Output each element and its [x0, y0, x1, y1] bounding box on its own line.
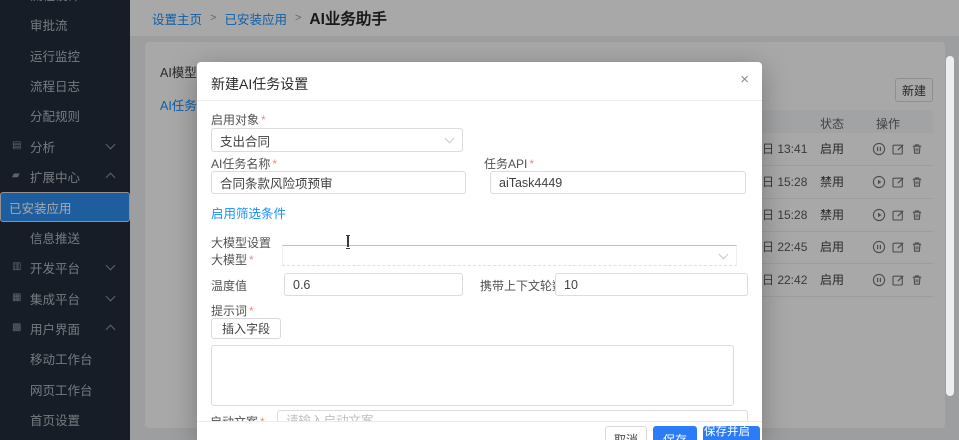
new-ai-task-modal: 新建AI任务设置 × 启用对象* 支出合同 AI任务名称* 任务API* 启用筛… [197, 62, 762, 440]
required-mark: * [249, 253, 254, 267]
prompt-label: 提示词* [211, 302, 254, 319]
enable-target-value: 支出合同 [220, 131, 270, 150]
task-name-input[interactable] [211, 171, 466, 194]
prompt-textarea[interactable] [211, 345, 734, 406]
temperature-input[interactable] [284, 273, 463, 296]
chevron-down-icon [445, 134, 455, 144]
modal-title: 新建AI任务设置 [211, 74, 308, 94]
task-api-input[interactable] [490, 171, 746, 194]
task-name-label: AI任务名称* [211, 155, 277, 172]
cancel-button[interactable]: 取消 [605, 426, 647, 440]
temperature-label: 温度值 [211, 277, 247, 294]
required-mark: * [261, 113, 266, 127]
modal-footer: 取消 保存 保存并启用 [197, 421, 762, 440]
model-label: 大模型* [211, 251, 254, 268]
task-api-label: 任务API* [484, 155, 534, 172]
enable-filter-link[interactable]: 启用筛选条件 [211, 203, 286, 222]
model-select[interactable] [282, 245, 737, 266]
modal-header: 新建AI任务设置 × [197, 62, 762, 101]
insert-field-button[interactable]: 插入字段 [211, 318, 281, 339]
model-section-label: 大模型设置 [211, 234, 271, 251]
enable-target-select[interactable]: 支出合同 [211, 128, 463, 152]
required-mark: * [249, 304, 254, 318]
close-icon[interactable]: × [740, 72, 749, 87]
save-and-enable-button[interactable]: 保存并启用 [703, 426, 760, 440]
page-scrollbar-thumb[interactable] [946, 56, 954, 396]
save-button[interactable]: 保存 [653, 426, 697, 440]
context-rounds-input[interactable] [555, 273, 748, 296]
enable-target-label: 启用对象* [211, 111, 266, 128]
chevron-down-icon [719, 249, 729, 259]
required-mark: * [529, 157, 534, 171]
text-cursor [344, 235, 351, 248]
app-window: 流程设计 审批流 运行监控 流程日志 分配规则 ▤ 分析 ▰ 扩展中心 已安装应… [0, 0, 959, 440]
required-mark: * [272, 157, 277, 171]
